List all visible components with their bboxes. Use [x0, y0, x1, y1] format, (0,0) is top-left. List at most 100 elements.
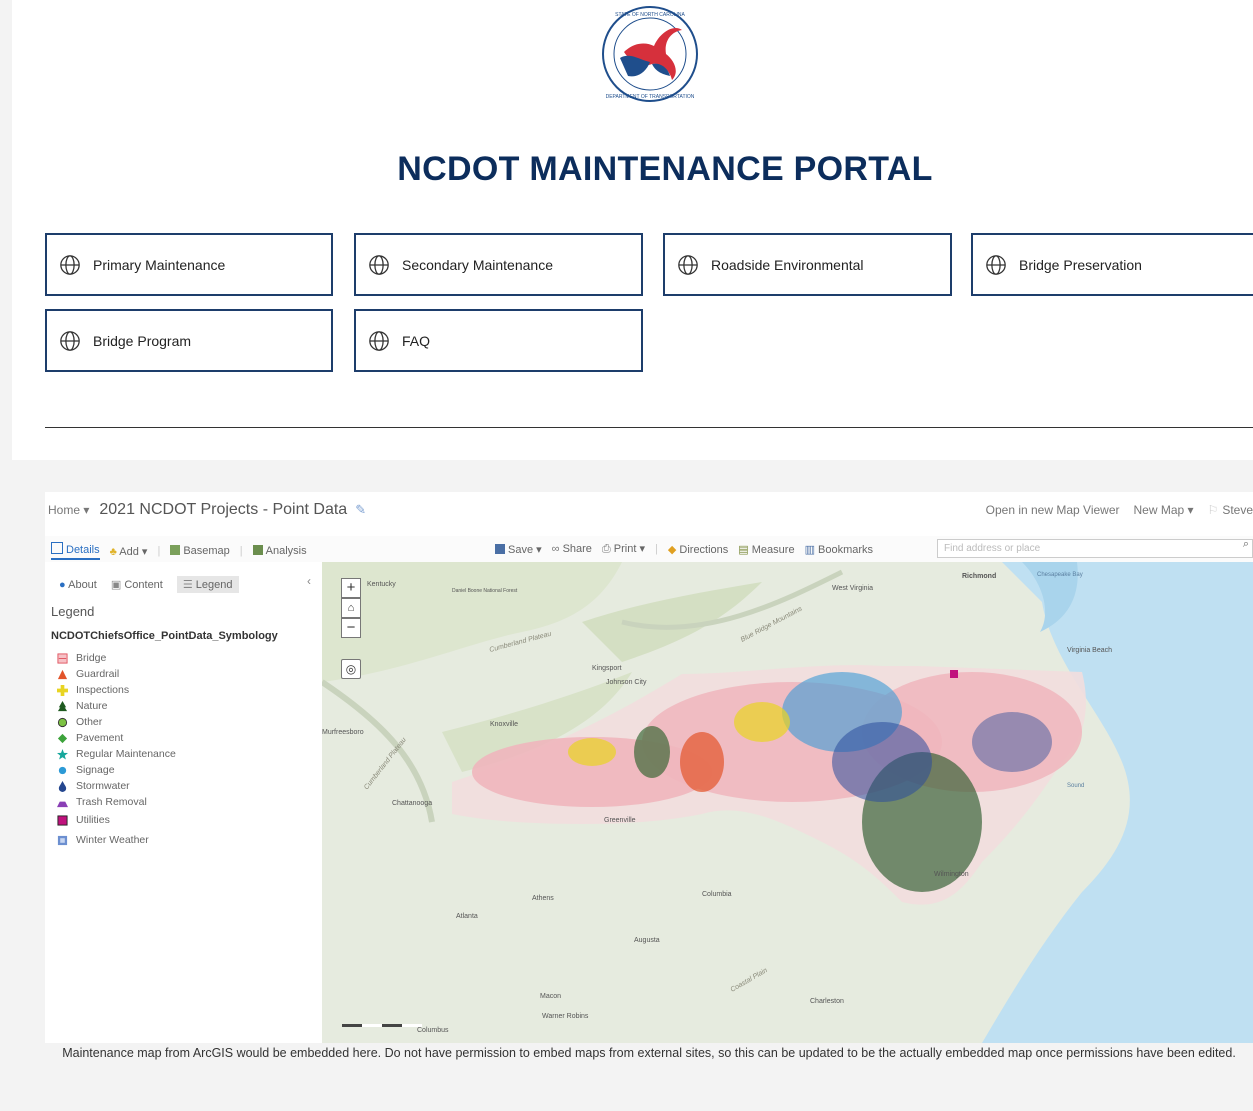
tile-secondary-maintenance[interactable]: Secondary Maintenance [354, 233, 643, 296]
map-label: West Virginia [832, 585, 873, 592]
legend-item: Inspections [57, 682, 176, 698]
map-label: Virginia Beach [1067, 647, 1112, 654]
share-label: Share [562, 543, 592, 555]
bookmarks-icon: ▥ [804, 543, 815, 556]
globe-icon [678, 254, 698, 275]
bookmarks-button[interactable]: ▥ Bookmarks [805, 543, 874, 556]
map-title: 2021 NCDOT Projects - Point Data [99, 501, 348, 518]
logo-bottom-text: DEPARTMENT OF TRANSPORTATION [606, 94, 695, 100]
logo-top-text: STATE OF NORTH CAROLINA [615, 12, 685, 18]
toolbar-separator: | [157, 545, 161, 557]
basemap-label: Basemap [183, 545, 230, 557]
map-viewer-header: Home ▾ 2021 NCDOT Projects - Point Data … [45, 492, 1253, 528]
basemap-icon [170, 545, 181, 555]
zoom-in-button[interactable]: + [341, 578, 361, 598]
legend-label: Other [76, 716, 103, 728]
legend-label: Regular Maintenance [76, 748, 176, 760]
save-icon [495, 543, 505, 554]
share-button[interactable]: ∞ Share [552, 543, 592, 555]
tile-bridge-program[interactable]: Bridge Program [45, 309, 333, 372]
save-button[interactable]: Save ▾ [495, 543, 542, 556]
scale-bar [342, 1024, 422, 1027]
tile-label: Roadside Environmental [711, 256, 864, 273]
legend-item: Guardrail [57, 666, 176, 682]
details-button[interactable]: Details [51, 542, 100, 560]
legend-label: Bridge [76, 652, 107, 664]
legend-item: Winter Weather [57, 830, 176, 850]
directions-button[interactable]: ◆ Directions [668, 543, 728, 556]
map-label: Johnson City [606, 679, 647, 686]
star-icon [57, 748, 68, 760]
tile-label: FAQ [402, 332, 431, 349]
panel-tabs: ● About ▣ Content ☰ Legend [59, 576, 239, 593]
analysis-button[interactable]: Analysis [252, 545, 307, 557]
map-label: Daniel Boone National Forest [452, 588, 518, 594]
home-menu[interactable]: Home ▾ [48, 503, 89, 517]
globe-icon [369, 330, 389, 351]
tile-label: Primary Maintenance [93, 256, 226, 273]
tab-content[interactable]: ▣ Content [111, 578, 163, 591]
legend-item: Other [57, 714, 176, 730]
cross-icon [57, 684, 68, 696]
tab-about[interactable]: ● About [59, 579, 97, 591]
dot-icon [58, 766, 67, 774]
map-canvas[interactable]: Kentucky Daniel Boone National Forest Cu… [322, 562, 1253, 1043]
share-icon: ∞ [551, 543, 560, 555]
diamond-icon [57, 733, 68, 743]
arcgis-map-viewer: Home ▾ 2021 NCDOT Projects - Point Data … [45, 492, 1253, 1043]
legend-label: Utilities [76, 814, 110, 826]
globe-icon [986, 254, 1006, 275]
tab-legend[interactable]: ☰ Legend [176, 576, 239, 593]
legend-item: Pavement [57, 730, 176, 746]
globe-icon [60, 254, 80, 275]
tile-primary-maintenance[interactable]: Primary Maintenance [45, 233, 333, 296]
zoom-out-button[interactable]: − [341, 618, 361, 638]
map-caption: Maintenance map from ArcGIS would be emb… [62, 1046, 1236, 1060]
map-label: Charleston [810, 998, 844, 1005]
map-label: Knoxville [490, 721, 518, 728]
tree-icon [57, 700, 68, 711]
tab-content-label: Content [124, 579, 163, 591]
globe-icon [369, 254, 389, 275]
bookmarks-label: Bookmarks [818, 543, 874, 556]
map-label: Richmond [962, 573, 996, 580]
ncdot-seal-icon: STATE OF NORTH CAROLINA DEPARTMENT OF TR… [602, 6, 698, 102]
collapse-panel-icon[interactable]: ‹ [307, 574, 311, 588]
new-map-menu[interactable]: New Map ▾ [1134, 503, 1194, 517]
legend-label: Nature [76, 700, 108, 712]
tile-label: Bridge Program [93, 332, 192, 349]
details-label: Details [66, 544, 100, 556]
basemap-button[interactable]: Basemap [170, 545, 230, 557]
tile-label: Secondary Maintenance [402, 256, 553, 273]
tile-bridge-preservation[interactable]: Bridge Preservation [971, 233, 1253, 296]
locate-icon[interactable]: ◎ [341, 659, 361, 679]
legend-label: Inspections [76, 684, 130, 696]
user-menu[interactable]: ⚐ Steve [1208, 503, 1253, 517]
square-icon [57, 814, 68, 826]
portal-header-section: STATE OF NORTH CAROLINA DEPARTMENT OF TR… [12, 0, 1253, 460]
map-label: Warner Robins [542, 1013, 589, 1020]
toolbar-separator: | [239, 545, 243, 557]
square-outline-icon [57, 835, 68, 845]
measure-button[interactable]: ▤ Measure [738, 543, 794, 556]
details-icon [51, 542, 63, 554]
tile-roadside-environmental[interactable]: Roadside Environmental [663, 233, 952, 296]
basemap-drawing: Kentucky Daniel Boone National Forest Cu… [322, 562, 1253, 1043]
home-extent-button[interactable]: ⌂ [341, 598, 361, 618]
tile-label: Bridge Preservation [1019, 256, 1142, 273]
map-label: Wilmington [934, 871, 969, 878]
legend-label: Trash Removal [76, 796, 147, 808]
tile-faq[interactable]: FAQ [354, 309, 643, 372]
drop-icon [58, 780, 67, 792]
edit-pencil-icon[interactable]: ✎ [355, 502, 366, 518]
address-search-input[interactable]: Find address or place [937, 539, 1253, 558]
map-label: Athens [532, 895, 554, 902]
circle-icon [57, 717, 68, 727]
map-label: Macon [540, 993, 561, 1000]
open-in-new-map-viewer-link[interactable]: Open in new Map Viewer [986, 503, 1120, 517]
map-label: Columbus [417, 1027, 449, 1034]
print-button[interactable]: ⎙ Print ▾ [602, 542, 645, 556]
add-button[interactable]: ♣ Add ▾ [110, 545, 148, 558]
legend-heading: Legend [51, 604, 95, 619]
search-icon[interactable]: ⌕ [1243, 538, 1249, 551]
